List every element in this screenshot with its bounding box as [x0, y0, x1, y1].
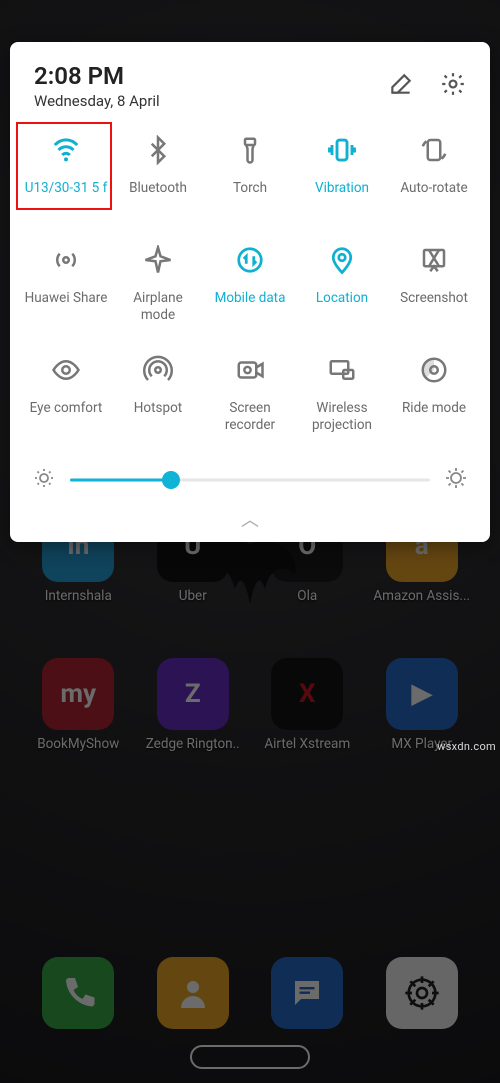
- dock-contacts[interactable]: [143, 957, 244, 1029]
- tile-label: Eye comfort: [26, 400, 107, 417]
- tiles-grid: U13/30-31 5 f Bluetooth Torch Vibration Auto…: [18, 130, 482, 456]
- tile-label: Hotspot: [130, 400, 186, 417]
- app-zedge-rington-[interactable]: ZZedge Rington..: [143, 658, 244, 752]
- tile-location[interactable]: Location: [296, 240, 388, 346]
- tile-label: Location: [312, 290, 372, 307]
- torch-icon: [235, 130, 265, 170]
- vibration-icon: [327, 130, 357, 170]
- edit-icon[interactable]: [388, 71, 414, 101]
- brightness-low-icon: [32, 466, 56, 494]
- tile-label: U13/30-31 5 f: [21, 180, 112, 197]
- tile-projection[interactable]: Wireless projection: [296, 350, 388, 456]
- hotspot-icon: [143, 350, 173, 390]
- tile-eyecomfort[interactable]: Eye comfort: [20, 350, 112, 456]
- tile-airplane[interactable]: Airplane mode: [112, 240, 204, 346]
- location-icon: [327, 240, 357, 280]
- tile-autorotate[interactable]: Auto-rotate: [388, 130, 480, 236]
- bluetooth-icon: [143, 130, 173, 170]
- app-bookmyshow[interactable]: myBookMyShow: [28, 658, 129, 752]
- tile-label: Airplane mode: [112, 290, 204, 324]
- brightness-row: [18, 456, 482, 502]
- airplane-icon: [143, 240, 173, 280]
- tile-huaweishare[interactable]: Huawei Share: [20, 240, 112, 346]
- tile-label: Vibration: [311, 180, 373, 197]
- tile-ridemode[interactable]: Ride mode: [388, 350, 480, 456]
- clock-block[interactable]: 2:08 PM Wednesday, 8 April: [34, 62, 160, 110]
- tile-mobiledata[interactable]: Mobile data: [204, 240, 296, 346]
- ridemode-icon: [419, 350, 449, 390]
- dock-messages[interactable]: [257, 957, 358, 1029]
- nav-pill[interactable]: [190, 1045, 310, 1069]
- dock-phone[interactable]: [28, 957, 129, 1029]
- watermark: wsxdn.com: [437, 740, 496, 753]
- tile-label: Bluetooth: [125, 180, 191, 197]
- tile-label: Screen recorder: [204, 400, 296, 434]
- tile-label: Ride mode: [398, 400, 470, 417]
- dock-settings[interactable]: [372, 957, 473, 1029]
- tile-torch[interactable]: Torch: [204, 130, 296, 236]
- brightness-slider[interactable]: [70, 470, 430, 490]
- wifi-icon: [51, 130, 81, 170]
- eyecomfort-icon: [51, 350, 81, 390]
- tile-label: Torch: [229, 180, 271, 197]
- tile-bluetooth[interactable]: Bluetooth: [112, 130, 204, 236]
- tile-label: Auto-rotate: [396, 180, 471, 197]
- screenrec-icon: [235, 350, 265, 390]
- brightness-high-icon: [444, 466, 468, 494]
- quick-settings-panel: 2:08 PM Wednesday, 8 April U13/30-31 5 f…: [10, 42, 490, 542]
- autorotate-icon: [419, 130, 449, 170]
- huaweishare-icon: [51, 240, 81, 280]
- projection-icon: [327, 350, 357, 390]
- tile-label: Screenshot: [396, 290, 472, 307]
- gear-icon[interactable]: [440, 71, 466, 101]
- screenshot-icon: [419, 240, 449, 280]
- tile-screenshot[interactable]: Screenshot: [388, 240, 480, 346]
- tile-hotspot[interactable]: Hotspot: [112, 350, 204, 456]
- time-text: 2:08 PM: [34, 62, 160, 90]
- app-airtel-xstream[interactable]: XAirtel Xstream: [257, 658, 358, 752]
- tile-wifi[interactable]: U13/30-31 5 f: [20, 130, 112, 236]
- wallpaper-bat-icon: [190, 534, 310, 604]
- expand-handle[interactable]: ︿: [18, 502, 482, 534]
- tile-screenrec[interactable]: Screen recorder: [204, 350, 296, 456]
- tile-label: Wireless projection: [296, 400, 388, 434]
- tile-vibration[interactable]: Vibration: [296, 130, 388, 236]
- date-text: Wednesday, 8 April: [34, 92, 160, 110]
- mobiledata-icon: [235, 240, 265, 280]
- app-mx-player[interactable]: ▶MX Player: [372, 658, 473, 752]
- tile-label: Huawei Share: [21, 290, 112, 307]
- tile-label: Mobile data: [211, 290, 290, 307]
